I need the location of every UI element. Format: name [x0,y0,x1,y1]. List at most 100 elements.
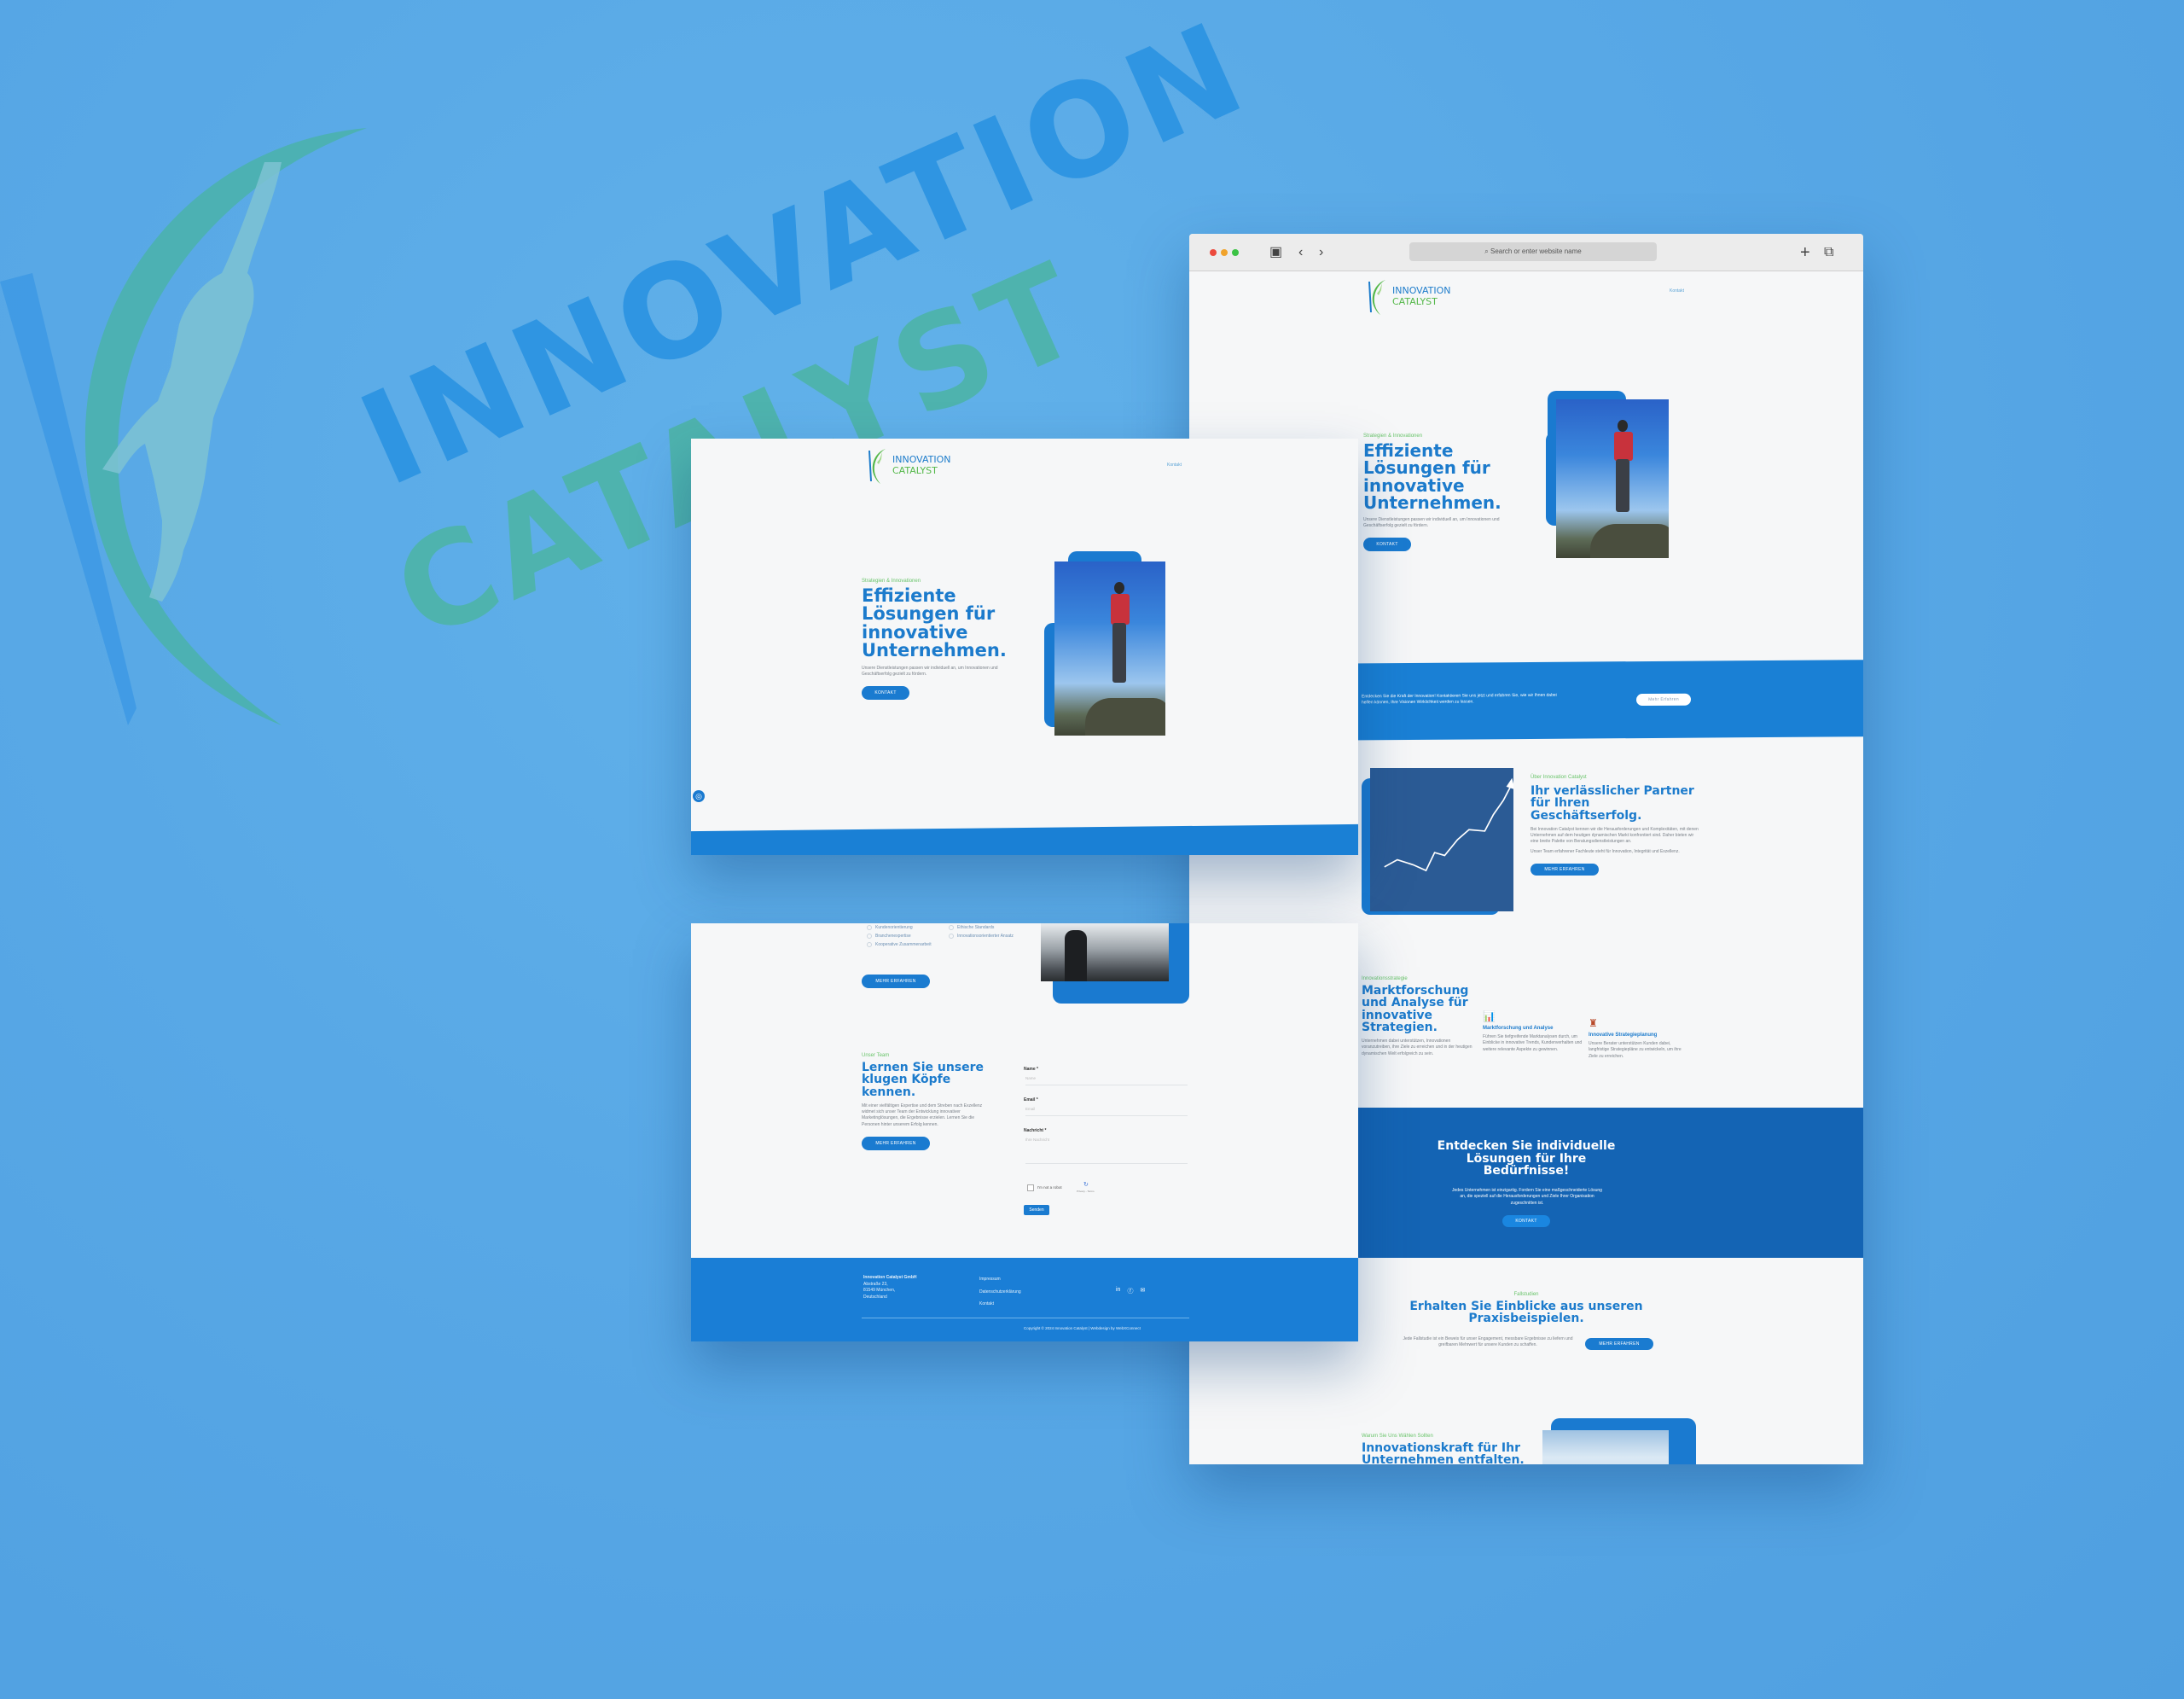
recaptcha-icon: ↻ [1083,1182,1089,1188]
maximize-window-button[interactable] [1232,249,1239,256]
team-title-line: klugen Köpfe [862,1073,951,1087]
senden-button[interactable]: Senden [1024,1205,1049,1215]
hero-title-line: innovative [862,621,968,643]
cta-mehr-erfahren-button[interactable]: Mehr Erfahren [1636,693,1691,707]
logo-line2: CATALYST [892,465,938,476]
about-growth-chart-image [1370,768,1515,911]
values-item: Branchenexpertise [867,932,932,940]
hero-bottom-band [691,823,1358,855]
team-contact-page-preview: Kundenorientierung Branchenexpertise Koo… [691,923,1358,1341]
footer-company: Innovation Catalyst GmbH [863,1275,917,1280]
team-title: Lernen Sie unsere klugen Köpfe kennen. [862,1062,990,1098]
search-icon: ⌕ [1484,247,1490,255]
footer-street: Abstraße 23, [863,1281,888,1287]
site-logo[interactable]: INNOVATION CATALYST [867,447,951,485]
nav-kontakt-link[interactable]: Kontakt [1670,288,1684,294]
close-window-button[interactable] [1210,249,1217,256]
back-icon[interactable]: ‹ [1298,244,1303,261]
footer-link-kontakt[interactable]: Kontakt [979,1298,1021,1311]
about-mehr-erfahren-button[interactable]: MEHR ERFAHREN [1531,863,1599,876]
minimize-window-button[interactable] [1221,249,1228,256]
values-ridge-image [1041,923,1169,981]
footer-link-impressum[interactable]: Impressum [979,1273,1021,1286]
chess-rook-icon: ♜ [1589,1017,1598,1029]
hero-page-preview: INNOVATION CATALYST Kontakt Strategien & … [691,439,1358,855]
name-input[interactable]: Name [1025,1074,1188,1085]
why-kicker: Warum Sie Uns Wählen Sollten [1362,1434,1433,1439]
email-input[interactable]: Email [1025,1104,1188,1116]
team-title-line: Lernen Sie unsere [862,1061,985,1074]
about-text-2: Unser Team erfahrener Fachleute steht fü… [1531,848,1680,854]
captcha-checkbox[interactable] [1027,1184,1034,1191]
accessibility-icon[interactable]: ◎ [693,790,705,802]
hero-hiker-image [1054,561,1165,736]
footer-social: in ⓕ ✉ [1116,1287,1145,1295]
hero-kontakt-button[interactable]: KONTAKT [862,686,909,701]
values-item: Innovationsorientierter Ansatz [949,932,1014,940]
message-textarea[interactable]: Ihre Nachricht [1025,1135,1188,1164]
hero-kicker: Strategien & Innovationen [1363,433,1423,439]
values-mehr-erfahren-button[interactable]: MEHR ERFAHREN [862,975,930,988]
name-label: Name * [1024,1067,1038,1072]
hero-title: Effiziente Lösungen für innovative Unter… [1363,442,1534,512]
strategy-section: Innovationsstrategie Marktforschung und … [1362,976,1472,1057]
team-section: Unser Team Lernen Sie unsere klugen Köpf… [862,1053,990,1150]
email-icon[interactable]: ✉ [1140,1287,1145,1295]
hero-kontakt-button[interactable]: KONTAKT [1363,538,1411,552]
address-bar-placeholder: Search or enter website name [1490,247,1582,255]
service-card: ♜ Innovative Strategieplanung Unsere Ber… [1589,1017,1689,1060]
cases-text: Jede Fallstudie ist ein Beweis für unser… [1403,1336,1573,1348]
footer-links: Impressum Datenschutzerklärung Kontakt [979,1273,1021,1311]
team-mehr-erfahren-button[interactable]: MEHR ERFAHREN [862,1136,930,1150]
linkedin-icon[interactable]: in [1116,1287,1120,1295]
hero-text: Unsere Dienstleistungen passen wir indiv… [862,665,998,677]
team-text: Mit einer vielfältigen Expertise und dem… [862,1103,983,1127]
service-title: Innovative Strategieplanung [1589,1033,1658,1038]
message-label: Nachricht * [1024,1128,1047,1133]
captcha-label: I'm not a robot [1037,1185,1062,1190]
hero-title-line: Effiziente [1363,440,1454,461]
about-section: Über Innovation Catalyst Ihr verlässlich… [1531,775,1701,876]
values-item: Kooperative Zusammenarbeit [867,940,932,949]
sidebar-toggle-icon[interactable]: ▣ [1269,244,1282,261]
hero-hiker-image [1556,399,1669,558]
strategy-title-line: Strategien. [1362,1020,1438,1034]
about-title-line: Geschäftserfolg. [1531,808,1642,823]
cases-mehr-erfahren-button[interactable]: MEHR ERFAHREN [1585,1338,1653,1350]
footer-link-datenschutz[interactable]: Datenschutzerklärung [979,1286,1021,1299]
values-list-col2: Ethische Standards Innovationsorientiert… [949,923,1014,940]
address-bar[interactable]: ⌕ Search or enter website name [1409,242,1657,261]
about-text-1: Bei Innovation Catalyst kennen wir die H… [1531,826,1699,845]
cta-band-text: Entdecken Sie die Kraft der Innovation! … [1362,692,1557,706]
service-title: Marktforschung und Analyse [1483,1026,1554,1031]
tabs-overview-icon[interactable]: ⧉ [1824,244,1833,261]
footer-address: Innovation Catalyst GmbH Abstraße 23, 81… [863,1275,917,1300]
new-tab-icon[interactable]: + [1800,244,1810,261]
strategy-title: Marktforschung und Analyse für innovativ… [1362,985,1472,1033]
footer-country: Deutschland [863,1294,887,1300]
growth-arrow-icon [1384,777,1515,872]
strategy-title-line: und Analyse für [1362,996,1468,1010]
solutions-kontakt-button[interactable]: KONTAKT [1502,1215,1550,1227]
hero-title-line: Unternehmen. [1363,492,1502,514]
values-item: Kundenorientierung [867,923,932,932]
about-title-line: Ihr verlässlicher Partner [1531,784,1694,798]
site-logo[interactable]: INNOVATION CATALYST [1367,278,1451,316]
why-section: Warum Sie Uns Wählen Sollten Innovations… [1362,1434,1532,1464]
recaptcha-links[interactable]: Privacy - Terms [1077,1190,1095,1193]
solutions-text: Jedes Unternehmen ist einzigartig. Forde… [1452,1188,1602,1206]
nav-kontakt-link[interactable]: Kontakt [1167,463,1182,468]
hero-title-line: Lösungen für [1363,457,1490,479]
hero-section: Strategien & Innovationen Effiziente Lös… [1363,433,1534,552]
why-title: Innovationskraft für Ihr Unternehmen ent… [1362,1442,1532,1464]
about-kicker: Über Innovation Catalyst [1531,775,1587,780]
facebook-icon[interactable]: ⓕ [1127,1287,1133,1295]
why-title-line: Innovationskraft für Ihr [1362,1441,1520,1455]
logo-line2: CATALYST [1392,296,1438,307]
why-title-line: Unternehmen entfalten. [1362,1453,1525,1464]
email-label: Email * [1024,1097,1038,1103]
forward-icon[interactable]: › [1319,244,1323,261]
team-title-line: kennen. [862,1085,916,1099]
strategy-kicker: Innovationsstrategie [1362,976,1408,981]
about-title-line: für Ihren [1531,796,1590,811]
